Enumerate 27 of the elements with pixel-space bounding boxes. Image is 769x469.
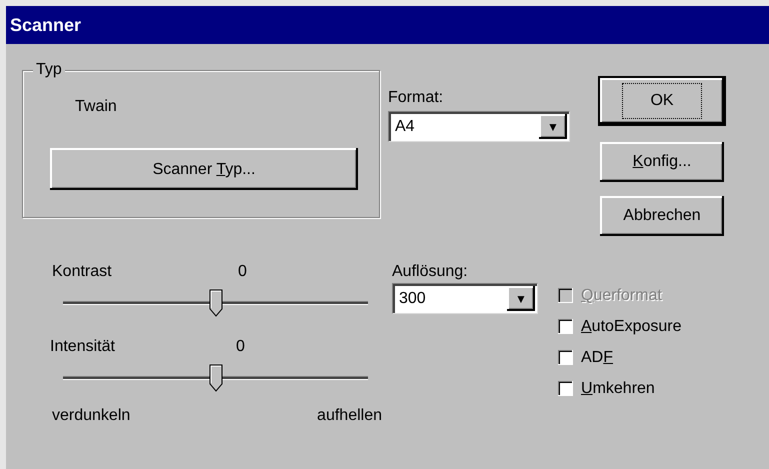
slider-track[interactable] (63, 364, 368, 392)
slider-thumb[interactable] (208, 289, 222, 318)
scale-min-label: verdunkeln (52, 406, 130, 426)
checkbox-label[interactable]: Umkehren (581, 378, 655, 398)
checkbox-label[interactable]: ADF (581, 348, 614, 368)
format-label: Format: (388, 88, 444, 108)
dialog-button[interactable]: Abbrechen (600, 196, 724, 236)
scale-max-label: aufhellen (317, 406, 382, 426)
format-dropdown[interactable]: A4 ▼ (388, 111, 570, 142)
slider-thumb[interactable] (208, 364, 222, 392)
slider-track[interactable] (63, 289, 368, 318)
group-label: Typ (33, 60, 65, 80)
checkbox[interactable] (558, 350, 573, 365)
resolution-label: Auflösung: (392, 262, 468, 282)
checkbox[interactable] (558, 381, 573, 396)
resolution-dropdown[interactable]: 300 ▼ (392, 283, 538, 314)
slider-label: Kontrast (52, 262, 113, 282)
slider-value: 0 (238, 262, 247, 282)
dialog-button[interactable]: OK (600, 78, 724, 124)
window-title: Scanner (6, 6, 769, 44)
dialog-button[interactable]: Konfig... (600, 142, 724, 182)
scanner-type-button[interactable]: Scanner Typ... (50, 148, 358, 190)
scanner-type-value: Twain (75, 98, 117, 115)
slider-value: 0 (236, 337, 245, 356)
checkbox-label[interactable]: AutoExposure (581, 316, 682, 336)
slider-label: Intensität (50, 337, 116, 356)
checkbox[interactable] (558, 319, 573, 334)
